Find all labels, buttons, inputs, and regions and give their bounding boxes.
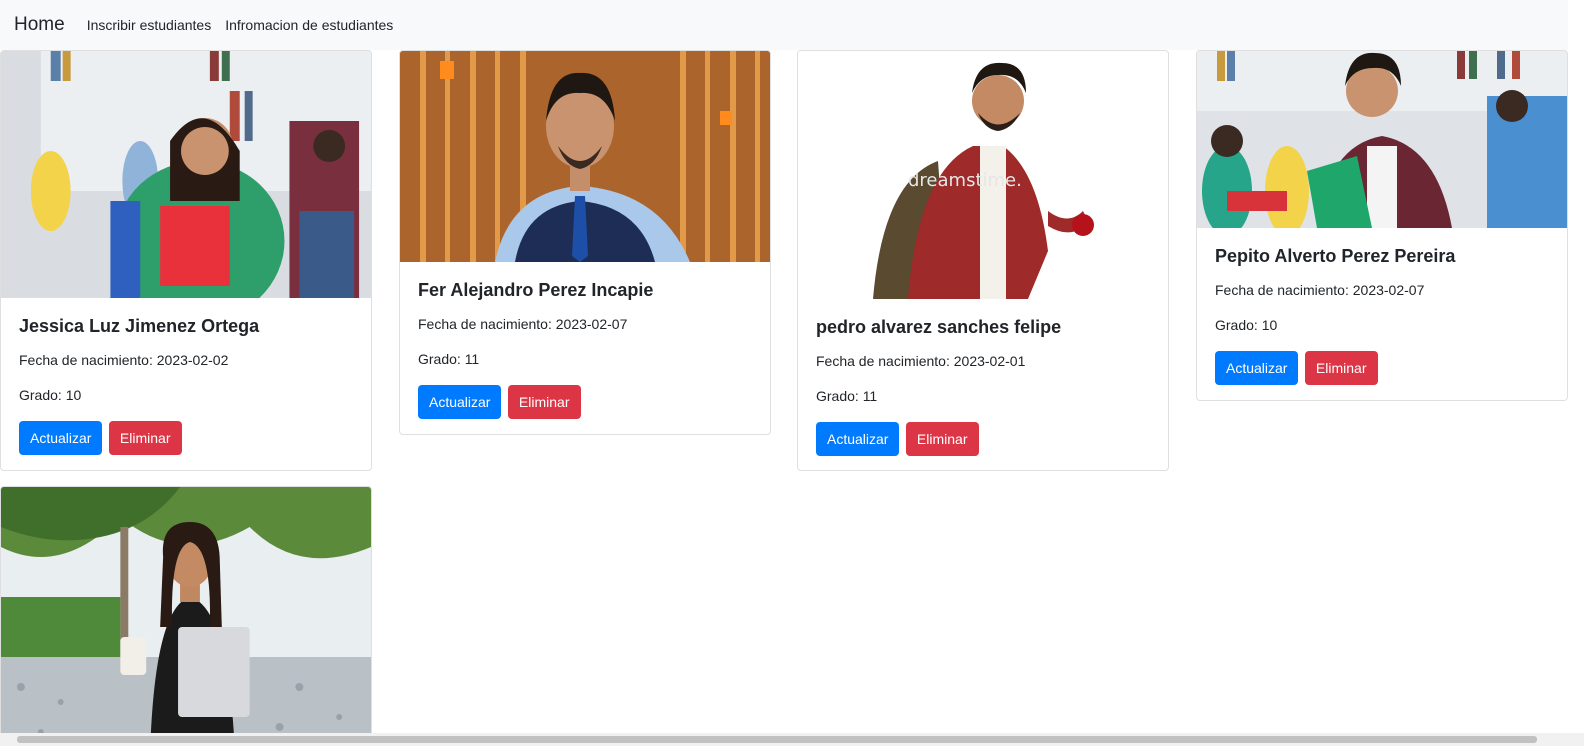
student-grade: Grado: 11 bbox=[816, 388, 878, 404]
student-name: Fer Alejandro Perez Incapie bbox=[418, 280, 654, 300]
student-photo bbox=[1, 51, 371, 298]
update-button[interactable]: Actualizar bbox=[19, 421, 103, 455]
nav-link-enroll[interactable]: Inscribir estudiantes bbox=[87, 17, 212, 33]
nav-link-info[interactable]: Infromacion de estudiantes bbox=[225, 17, 393, 33]
update-button[interactable]: Actualizar bbox=[816, 422, 900, 456]
student-card bbox=[0, 486, 372, 746]
student-birthdate: Fecha de nacimiento: 2023-02-02 bbox=[19, 352, 229, 368]
horizontal-scrollbar[interactable] bbox=[0, 733, 1584, 746]
student-birthdate: Fecha de nacimiento: 2023-02-07 bbox=[418, 316, 628, 332]
update-button[interactable]: Actualizar bbox=[1215, 351, 1299, 385]
student-photo bbox=[1197, 51, 1567, 228]
vertical-scrollbar[interactable] bbox=[1568, 0, 1584, 733]
student-grade: Grado: 10 bbox=[19, 387, 82, 403]
card-body: Pepito Alverto Perez Pereira Fecha de na… bbox=[1197, 228, 1567, 400]
student-photo bbox=[1, 487, 371, 746]
student-name: Jessica Luz Jimenez Ortega bbox=[19, 316, 260, 336]
student-card: Jessica Luz Jimenez Ortega Fecha de naci… bbox=[0, 50, 372, 471]
card-body: pedro alvarez sanches felipe Fecha de na… bbox=[798, 299, 1168, 470]
student-card: Fer Alejandro Perez Incapie Fecha de nac… bbox=[399, 50, 771, 435]
delete-button[interactable]: Eliminar bbox=[108, 421, 182, 455]
student-card: Pepito Alverto Perez Pereira Fecha de na… bbox=[1196, 50, 1568, 401]
delete-button[interactable]: Eliminar bbox=[905, 422, 979, 456]
svg-text:dreamstime.: dreamstime. bbox=[908, 170, 1022, 191]
student-photo: dreamstime. bbox=[798, 51, 1168, 299]
card-body: Jessica Luz Jimenez Ortega Fecha de naci… bbox=[1, 298, 371, 470]
student-grade: Grado: 10 bbox=[1215, 317, 1278, 333]
student-name: pedro alvarez sanches felipe bbox=[816, 317, 1062, 337]
horizontal-scrollbar-thumb[interactable] bbox=[17, 736, 1537, 743]
delete-button[interactable]: Eliminar bbox=[507, 385, 581, 419]
navbar: Home Inscribir estudiantes Infromacion d… bbox=[0, 0, 1568, 50]
card-body: Fer Alejandro Perez Incapie Fecha de nac… bbox=[400, 262, 770, 434]
home-link[interactable]: Home bbox=[14, 14, 65, 36]
student-photo bbox=[400, 51, 770, 262]
student-birthdate: Fecha de nacimiento: 2023-02-07 bbox=[1215, 282, 1425, 298]
student-birthdate: Fecha de nacimiento: 2023-02-01 bbox=[816, 353, 1026, 369]
student-name: Pepito Alverto Perez Pereira bbox=[1215, 246, 1456, 266]
student-grade: Grado: 11 bbox=[418, 351, 480, 367]
delete-button[interactable]: Eliminar bbox=[1304, 351, 1378, 385]
student-card: dreamstime. pedro alvarez sanches felipe… bbox=[797, 50, 1169, 471]
update-button[interactable]: Actualizar bbox=[418, 385, 502, 419]
